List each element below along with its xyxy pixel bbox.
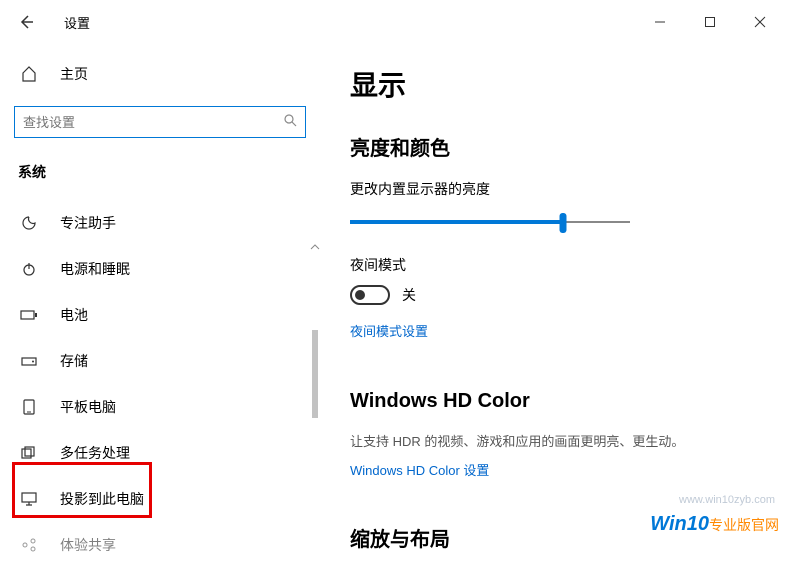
- watermark-logo: Win10专业版官网: [650, 513, 779, 536]
- watermark-url: www.win10zyb.com: [679, 494, 775, 506]
- hdcolor-description: 让支持 HDR 的视频、游戏和应用的画面更明亮、更生动。: [350, 431, 765, 450]
- nightlight-label: 夜间模式: [350, 255, 765, 275]
- toggle-knob: [355, 290, 365, 300]
- sidebar-item-label: 专注助手: [60, 213, 116, 233]
- maximize-button[interactable]: [697, 9, 723, 35]
- search-input-container[interactable]: [14, 106, 306, 138]
- nightlight-settings-link[interactable]: 夜间模式设置: [350, 321, 428, 340]
- section-title: 系统: [14, 162, 306, 182]
- window-title: 设置: [64, 13, 90, 32]
- page-title: 显示: [350, 64, 765, 104]
- scroll-thumb[interactable]: [312, 330, 318, 418]
- power-icon: [20, 260, 38, 278]
- sidebar-item-power-sleep[interactable]: 电源和睡眠: [14, 246, 306, 292]
- brightness-slider[interactable]: [350, 209, 630, 237]
- sidebar-item-label: 体验共享: [60, 535, 116, 555]
- close-button[interactable]: [747, 9, 773, 35]
- battery-icon: [20, 306, 38, 324]
- slider-fill: [350, 220, 563, 224]
- sidebar-item-label: 多任务处理: [60, 443, 130, 463]
- hdcolor-heading: Windows HD Color: [350, 390, 765, 413]
- nightlight-toggle[interactable]: [350, 285, 390, 305]
- sidebar-item-multitasking[interactable]: 多任务处理: [14, 430, 306, 476]
- sidebar-item-label: 电池: [60, 305, 88, 325]
- sidebar-item-battery[interactable]: 电池: [14, 292, 306, 338]
- home-label: 主页: [60, 64, 88, 84]
- search-icon: [283, 113, 297, 132]
- home-link[interactable]: 主页: [14, 52, 306, 96]
- nightlight-state: 关: [402, 285, 416, 305]
- sidebar-item-storage[interactable]: 存储: [14, 338, 306, 384]
- sidebar-item-projecting[interactable]: 投影到此电脑: [14, 476, 306, 522]
- sidebar-item-label: 平板电脑: [60, 397, 116, 417]
- minimize-button[interactable]: [647, 9, 673, 35]
- search-input[interactable]: [23, 115, 283, 130]
- hdcolor-link[interactable]: Windows HD Color 设置: [350, 460, 489, 479]
- sidebar-item-shared-experiences[interactable]: 体验共享: [14, 522, 306, 568]
- multitask-icon: [20, 444, 38, 462]
- share-icon: [20, 536, 38, 554]
- brightness-heading: 亮度和颜色: [350, 132, 765, 161]
- project-icon: [20, 490, 38, 508]
- sidebar-item-label: 投影到此电脑: [60, 489, 144, 509]
- sidebar-scrollbar[interactable]: [310, 238, 320, 578]
- moon-icon: [20, 214, 38, 232]
- sidebar-item-label: 存储: [60, 351, 88, 371]
- home-icon: [20, 65, 38, 83]
- slider-thumb[interactable]: [559, 213, 566, 233]
- sidebar-item-tablet[interactable]: 平板电脑: [14, 384, 306, 430]
- tablet-icon: [20, 398, 38, 416]
- brightness-slider-label: 更改内置显示器的亮度: [350, 179, 765, 199]
- back-button[interactable]: [8, 4, 44, 40]
- scroll-up-icon[interactable]: [310, 238, 320, 248]
- sidebar-item-label: 电源和睡眠: [60, 259, 130, 279]
- sidebar-item-focus-assist[interactable]: 专注助手: [14, 200, 306, 246]
- storage-icon: [20, 352, 38, 370]
